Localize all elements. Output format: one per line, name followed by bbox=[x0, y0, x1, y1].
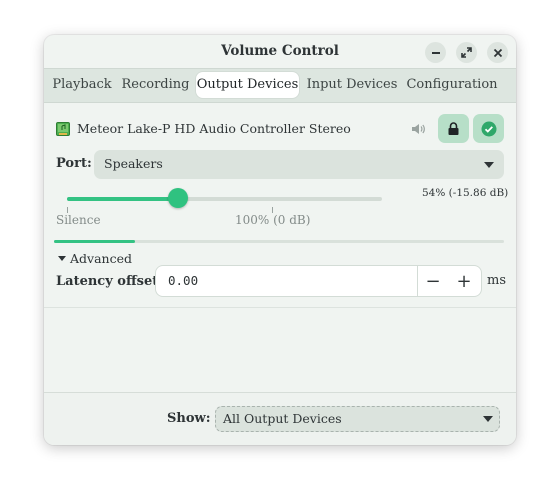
minimize-button[interactable] bbox=[425, 42, 446, 63]
decrease-button[interactable]: − bbox=[418, 266, 448, 296]
chevron-down-icon bbox=[484, 162, 494, 168]
divider bbox=[44, 307, 516, 308]
speaker-icon[interactable] bbox=[410, 121, 426, 137]
tab-bar: Playback Recording Output Devices Input … bbox=[44, 68, 516, 103]
maximize-icon bbox=[461, 47, 472, 58]
volume-control-window: Volume Control Playback Recording Output… bbox=[44, 35, 516, 445]
close-icon bbox=[493, 48, 502, 57]
volume-readout: 54% (-15.86 dB) bbox=[422, 187, 509, 199]
maximize-button[interactable] bbox=[456, 42, 477, 63]
increase-button[interactable]: + bbox=[449, 266, 479, 296]
set-default-button[interactable] bbox=[473, 114, 504, 143]
latency-offset-label: Latency offset: bbox=[56, 274, 164, 289]
check-circle-icon bbox=[481, 121, 496, 136]
latency-offset-spinbutton[interactable]: 0.00 − + bbox=[156, 266, 481, 296]
port-label: Port: bbox=[56, 156, 92, 171]
audio-card-icon bbox=[56, 122, 70, 136]
show-value: All Output Devices bbox=[223, 411, 342, 426]
chevron-down-icon bbox=[483, 416, 493, 422]
normal-volume-label: 100% (0 dB) bbox=[235, 213, 311, 227]
show-dropdown[interactable]: All Output Devices bbox=[215, 406, 500, 432]
device-name: Meteor Lake-P HD Audio Controller Stereo bbox=[77, 121, 351, 136]
expander-arrow-icon bbox=[58, 256, 66, 261]
latency-unit: ms bbox=[487, 273, 506, 288]
advanced-label: Advanced bbox=[70, 251, 132, 266]
advanced-expander[interactable]: Advanced bbox=[58, 251, 132, 266]
lock-icon bbox=[448, 121, 459, 135]
port-value: Speakers bbox=[104, 156, 163, 171]
show-label: Show: bbox=[167, 411, 211, 426]
peak-meter-fill bbox=[54, 240, 135, 243]
volume-slider[interactable] bbox=[67, 197, 382, 201]
tab-output-devices[interactable]: Output Devices bbox=[196, 72, 299, 98]
volume-slider-handle[interactable] bbox=[167, 188, 188, 208]
latency-offset-input[interactable]: 0.00 bbox=[168, 273, 198, 288]
tab-recording[interactable]: Recording bbox=[121, 72, 190, 98]
volume-slider-fill bbox=[67, 197, 178, 201]
lock-channels-button[interactable] bbox=[438, 114, 469, 143]
tab-playback[interactable]: Playback bbox=[49, 72, 115, 98]
peak-meter bbox=[54, 240, 504, 243]
tab-input-devices[interactable]: Input Devices bbox=[306, 72, 398, 98]
silence-label: Silence bbox=[56, 213, 101, 227]
port-dropdown[interactable]: Speakers bbox=[94, 150, 504, 179]
minimize-icon bbox=[431, 51, 440, 54]
titlebar[interactable]: Volume Control bbox=[44, 35, 516, 68]
tab-configuration[interactable]: Configuration bbox=[405, 72, 499, 98]
close-button[interactable] bbox=[487, 42, 508, 63]
